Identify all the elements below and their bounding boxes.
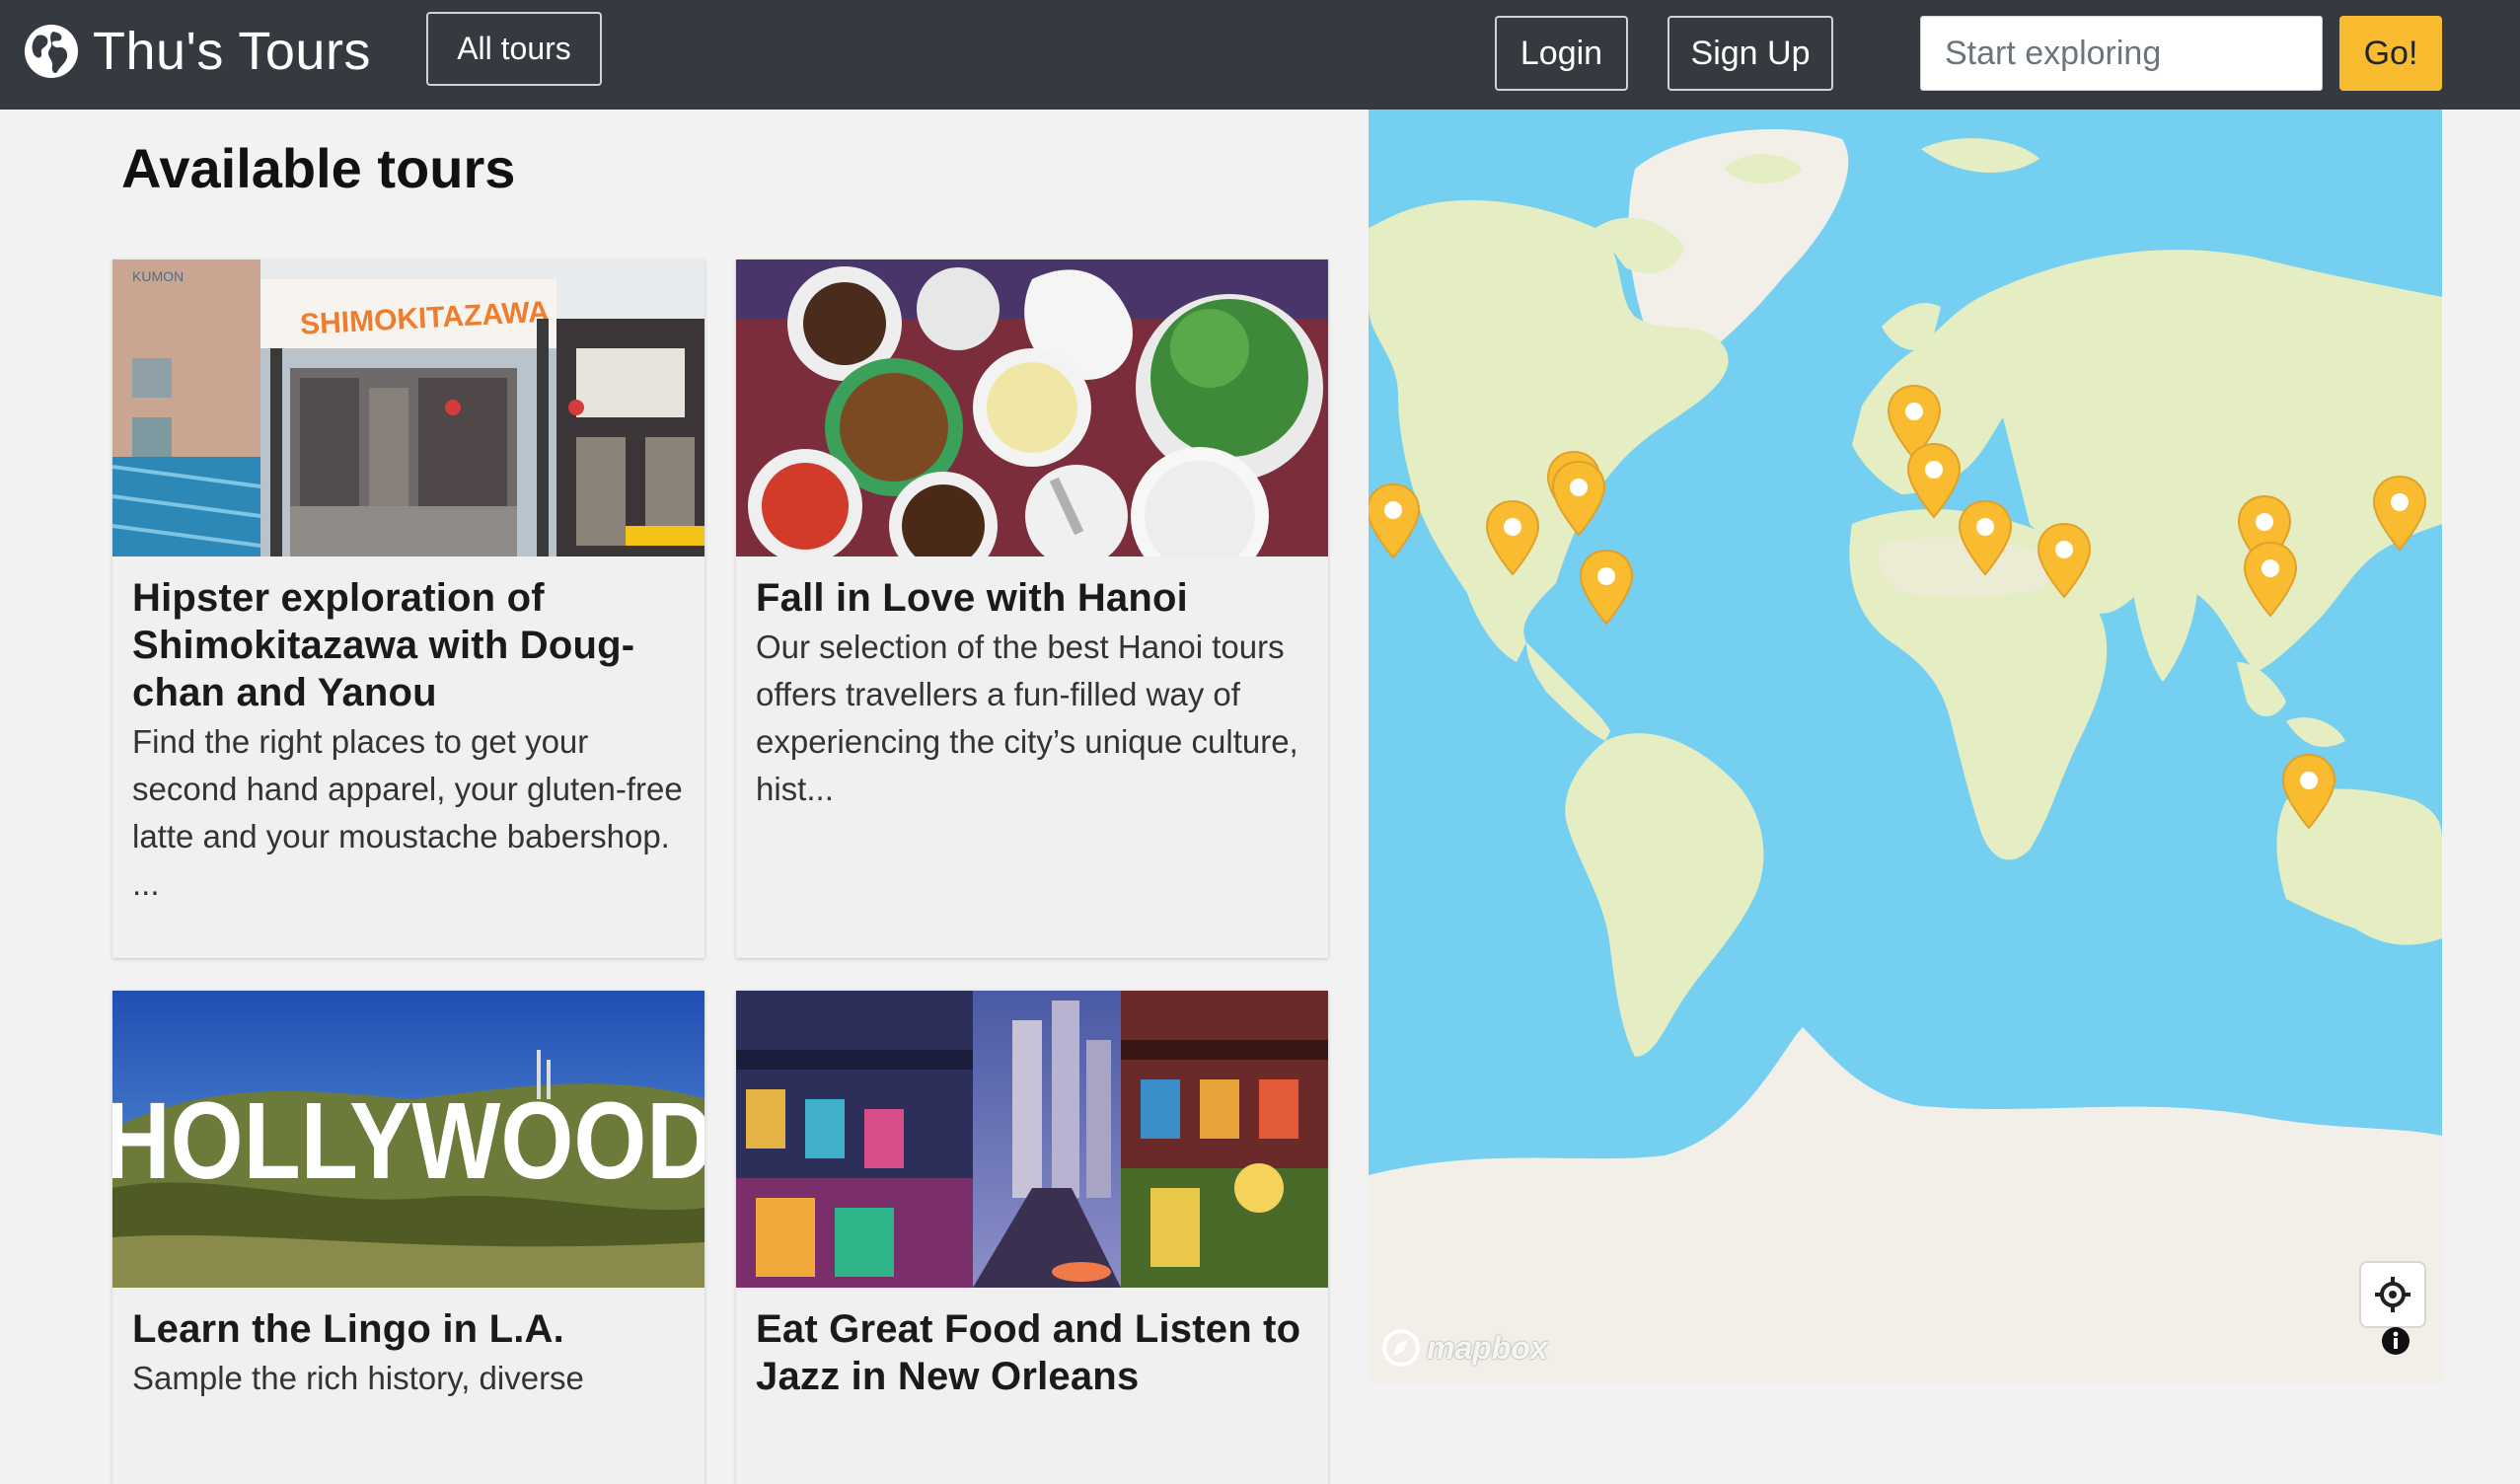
brand-name: Thu's Tours (93, 22, 371, 81)
tour-card[interactable]: Eat Great Food and Listen to Jazz in New… (736, 991, 1328, 1484)
tour-title[interactable]: Learn the Lingo in L.A. (132, 1305, 685, 1353)
map-pin[interactable] (1485, 499, 1540, 576)
map-pin[interactable] (1551, 460, 1606, 537)
map-pin[interactable] (2281, 753, 2336, 830)
hollywood-sign-text: HOLLYWOOD (112, 1080, 704, 1202)
mapbox-logo-icon (1382, 1329, 1420, 1367)
world-map-canvas (1369, 110, 2442, 1383)
tour-description: Our selection of the best Hanoi tours of… (756, 629, 1298, 807)
geolocate-button[interactable] (2361, 1263, 2424, 1326)
map-pin[interactable] (1579, 549, 1634, 626)
globe-icon (25, 25, 78, 78)
all-tours-button[interactable]: All tours (426, 12, 602, 86)
map-pin[interactable] (1369, 482, 1421, 559)
mapbox-attribution: mapbox (1427, 1329, 1548, 1366)
map-pin[interactable] (1958, 499, 2013, 576)
kumon-sign-text: KUMON (132, 268, 184, 284)
map-pin[interactable] (2372, 475, 2427, 552)
tour-title[interactable]: Eat Great Food and Listen to Jazz in New… (756, 1305, 1308, 1400)
tour-image (736, 260, 1328, 556)
tour-card[interactable]: HOLLYWOOD Learn the Lingo in L.A. Sample… (112, 991, 704, 1484)
tour-card[interactable]: SHIMOKITAZAWA KUMON Hipster exploration … (112, 260, 704, 958)
tour-description: Sample the rich history, diverse (132, 1360, 584, 1396)
search-placeholder: Start exploring (1945, 34, 2162, 72)
tour-image: HOLLYWOOD (112, 991, 704, 1288)
map-pin[interactable] (1906, 442, 1962, 519)
tour-description: Find the right places to get your second… (132, 723, 683, 902)
go-button[interactable]: Go! (2339, 16, 2442, 91)
brand[interactable]: Thu's Tours (24, 20, 371, 83)
signup-button[interactable]: Sign Up (1668, 16, 1833, 91)
world-map[interactable] (1369, 110, 2442, 1383)
login-button[interactable]: Login (1495, 16, 1628, 91)
page-gutter (2442, 110, 2520, 1383)
crosshair-icon (2375, 1277, 2410, 1312)
tour-title[interactable]: Hipster exploration of Shimokitazawa wit… (132, 574, 685, 716)
page-title: Available tours (121, 137, 516, 199)
tour-title[interactable]: Fall in Love with Hanoi (756, 574, 1308, 622)
navbar: Thu's Tours All tours Login Sign Up Star… (0, 0, 2520, 110)
map-pin[interactable] (2243, 541, 2298, 618)
search-input[interactable]: Start exploring (1920, 16, 2323, 91)
tour-image: SHIMOKITAZAWA KUMON (112, 260, 704, 556)
tour-card[interactable]: Fall in Love with Hanoi Our selection of… (736, 260, 1328, 958)
map-pin[interactable] (2037, 522, 2092, 599)
mapbox-logo[interactable]: mapbox (1381, 1326, 1548, 1370)
tour-image (736, 991, 1328, 1288)
info-icon[interactable] (2381, 1326, 2410, 1356)
